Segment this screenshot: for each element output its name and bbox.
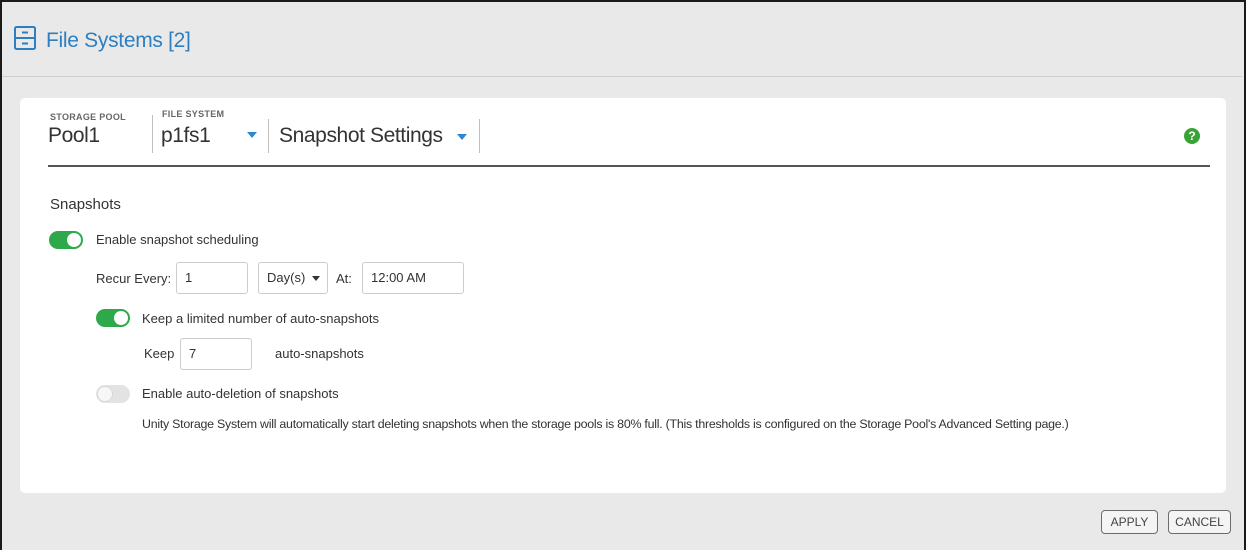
keep-suffix-label: auto-snapshots: [275, 346, 364, 361]
chevron-down-icon[interactable]: [247, 132, 257, 138]
enable-scheduling-label: Enable snapshot scheduling: [96, 232, 259, 247]
recur-unit-value: Day(s): [267, 270, 306, 285]
page-title: File Systems [2]: [46, 29, 191, 52]
keep-limited-toggle[interactable]: [96, 309, 130, 327]
toggle-knob: [114, 311, 128, 325]
apply-button[interactable]: APPLY: [1101, 510, 1158, 534]
keep-label: Keep: [144, 346, 175, 361]
toggle-knob: [67, 233, 81, 247]
recur-every-input[interactable]: 1: [176, 262, 248, 294]
page-header: File Systems [2]: [2, 2, 1242, 77]
storage-pool-value[interactable]: Pool1: [48, 124, 100, 148]
file-system-label: FILE SYSTEM: [162, 109, 225, 119]
at-label: At:: [336, 271, 352, 286]
breadcrumb-divider: [152, 115, 153, 153]
snapshots-section-title: Snapshots: [50, 196, 121, 213]
breadcrumb-divider: [268, 119, 269, 153]
chevron-down-icon[interactable]: [457, 134, 467, 140]
keep-count-input[interactable]: 7: [180, 338, 252, 370]
breadcrumb-divider: [479, 119, 480, 153]
auto-delete-toggle[interactable]: [96, 385, 130, 403]
recur-every-label: Recur Every:: [96, 271, 172, 286]
breadcrumb: STORAGE POOL Pool1 FILE SYSTEM p1fs1 Sna…: [48, 109, 1210, 167]
settings-panel: STORAGE POOL Pool1 FILE SYSTEM p1fs1 Sna…: [20, 98, 1226, 493]
page-menu-select[interactable]: Snapshot Settings: [279, 124, 443, 148]
storage-pool-label: STORAGE POOL: [50, 112, 126, 122]
auto-delete-label: Enable auto-deletion of snapshots: [142, 386, 339, 401]
file-system-icon: [14, 26, 36, 50]
keep-limited-label: Keep a limited number of auto-snapshots: [142, 311, 380, 326]
help-icon[interactable]: ?: [1184, 128, 1200, 144]
cancel-button[interactable]: CANCEL: [1168, 510, 1231, 534]
file-system-select[interactable]: p1fs1: [161, 124, 211, 148]
enable-scheduling-toggle[interactable]: [49, 231, 83, 249]
auto-delete-note: Unity Storage System will automatically …: [142, 417, 1069, 431]
chevron-down-icon[interactable]: [312, 276, 320, 281]
toggle-knob: [98, 387, 112, 401]
time-input[interactable]: 12:00 AM: [362, 262, 464, 294]
